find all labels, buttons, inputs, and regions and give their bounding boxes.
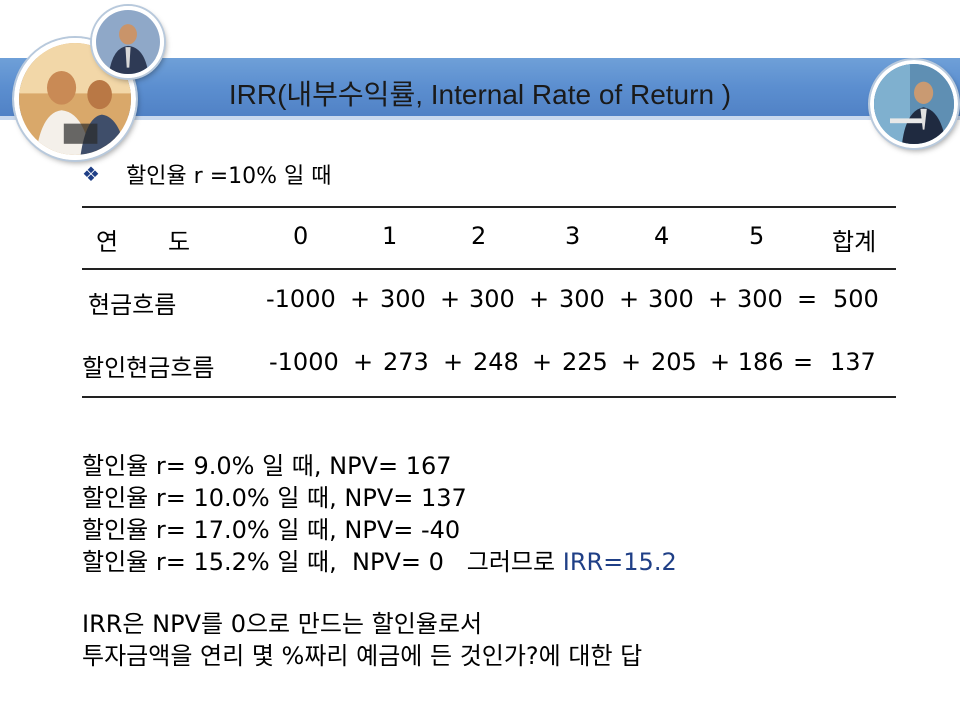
table-cell: + (350, 285, 371, 313)
header-year-1-col: 1 (382, 222, 398, 250)
table-cell: 205 (651, 348, 697, 376)
npv-line-9: 할인율 r= 9.0% 일 때, NPV= 167 (82, 452, 452, 480)
conclusion-line-2: 투자금액을 연리 몇 %짜리 예금에 든 것인가?에 대한 답 (82, 642, 643, 670)
row-label-discounted-cash-flow: 할인현금흐름 (82, 354, 215, 382)
header-year-2: 도 (168, 228, 191, 256)
table-cell: 248 (473, 348, 519, 376)
table-cell: + (619, 285, 640, 313)
header-year-3-col: 3 (565, 222, 581, 250)
conclusion-line-1: IRR은 NPV를 0으로 만드는 할인율로서 (82, 610, 483, 638)
table-cell: + (621, 348, 642, 376)
table-cell: 300 (648, 285, 694, 313)
table-bottom-rule (82, 396, 896, 398)
table-cell: 273 (383, 348, 429, 376)
table-cell: + (532, 348, 553, 376)
npv-line-15-2: 할인율 r= 15.2% 일 때, NPV= 0 그러므로 IRR=15.2 (82, 542, 677, 577)
table-cell: + (529, 285, 550, 313)
header-year-5-col: 5 (749, 222, 765, 250)
npv-line-15-2-text: 할인율 r= 15.2% 일 때, NPV= 0 그러므로 (82, 548, 556, 576)
irr-result: IRR=15.2 (562, 548, 677, 576)
table-cell: 300 (559, 285, 605, 313)
header-year-1: 연 (96, 228, 119, 256)
table-cell: + (708, 285, 729, 313)
slide-title: IRR(내부수익률, Internal Rate of Return ) (228, 79, 732, 110)
table-cell: 300 (469, 285, 515, 313)
table-cell: 137 (830, 348, 876, 376)
diamond-bullet-icon: ❖ (82, 162, 100, 186)
table-cell: + (353, 348, 374, 376)
table-top-rule (82, 206, 896, 208)
table-cell: 300 (380, 285, 426, 313)
table-cell: + 186 (710, 348, 784, 376)
npv-line-17: 할인율 r= 17.0% 일 때, NPV= -40 (82, 516, 461, 544)
table-cell: = (793, 348, 814, 376)
table-cell: 300 (737, 285, 783, 313)
table-cell: 225 (562, 348, 608, 376)
discount-rate-text: 할인율 r =10% 일 때 (125, 164, 332, 189)
table-cell: + (443, 348, 464, 376)
table-cell: 500 (833, 285, 879, 313)
header-year-2-col: 2 (471, 222, 487, 250)
header-year-4-col: 4 (654, 222, 670, 250)
row-label-cash-flow: 현금흐름 (88, 291, 177, 319)
table-header-rule (82, 268, 896, 270)
table-cell: = (797, 285, 818, 313)
npv-line-10: 할인율 r= 10.0% 일 때, NPV= 137 (82, 484, 467, 512)
table-cell: + (440, 285, 461, 313)
table-cell: -1000 (269, 348, 339, 376)
businessman-photo (92, 6, 164, 78)
table-cell: -1000 (266, 285, 336, 313)
header-year-0: 0 (293, 222, 309, 250)
meeting-photo (870, 60, 958, 148)
discount-rate-heading: ❖ 할인율 r =10% 일 때 (82, 158, 332, 190)
header-total: 합계 (832, 228, 877, 256)
